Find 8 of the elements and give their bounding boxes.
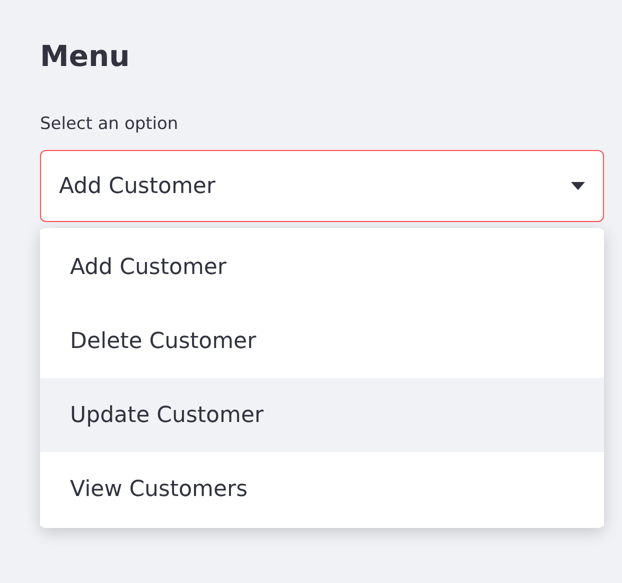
dropdown-option[interactable]: View Customers xyxy=(40,452,604,526)
select-label: Select an option xyxy=(40,113,178,136)
option-dropdown[interactable]: Add Customer xyxy=(40,150,604,222)
menu-heading: Menu xyxy=(40,38,130,74)
caret-icon xyxy=(571,182,585,190)
dropdown-option[interactable]: Update Customer xyxy=(40,378,604,452)
dropdown-option[interactable]: Add Customer xyxy=(40,230,604,304)
dropdown-option[interactable]: Delete Customer xyxy=(40,304,604,378)
